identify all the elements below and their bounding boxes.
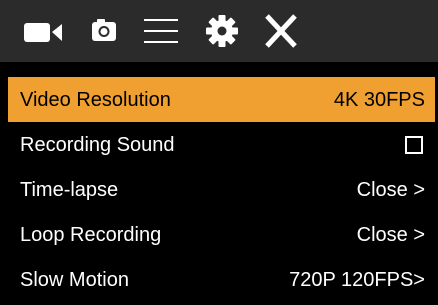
menu-item-time-lapse[interactable]: Time-lapse Close > <box>8 167 435 212</box>
camera-settings-screen: Video Resolution 4K 30FPS Recording Soun… <box>0 0 438 305</box>
top-tab-bar <box>0 0 438 62</box>
close-icon[interactable] <box>262 0 302 62</box>
menu-item-label: Video Resolution <box>20 88 171 111</box>
settings-menu-list: Video Resolution 4K 30FPS Recording Soun… <box>8 77 435 302</box>
video-camera-icon[interactable] <box>22 0 68 62</box>
menu-item-loop-recording[interactable]: Loop Recording Close > <box>8 212 435 257</box>
menu-list-icon[interactable] <box>142 0 182 62</box>
gear-icon[interactable] <box>202 0 242 62</box>
menu-item-label: Slow Motion <box>20 268 129 291</box>
menu-item-slow-motion[interactable]: Slow Motion 720P 120FPS> <box>8 257 435 302</box>
recording-sound-checkbox[interactable] <box>405 135 423 154</box>
photo-camera-icon[interactable] <box>90 0 120 62</box>
menu-item-value: Close > <box>356 178 425 201</box>
menu-item-recording-sound[interactable]: Recording Sound <box>8 122 435 167</box>
menu-item-label: Loop Recording <box>20 223 162 246</box>
menu-item-label: Time-lapse <box>20 178 119 201</box>
menu-item-value: 4K 30FPS <box>333 88 425 111</box>
menu-item-video-resolution[interactable]: Video Resolution 4K 30FPS <box>8 77 435 122</box>
menu-item-value: Close > <box>356 223 425 246</box>
menu-item-label: Recording Sound <box>20 133 175 156</box>
menu-item-value: 720P 120FPS> <box>289 268 425 291</box>
